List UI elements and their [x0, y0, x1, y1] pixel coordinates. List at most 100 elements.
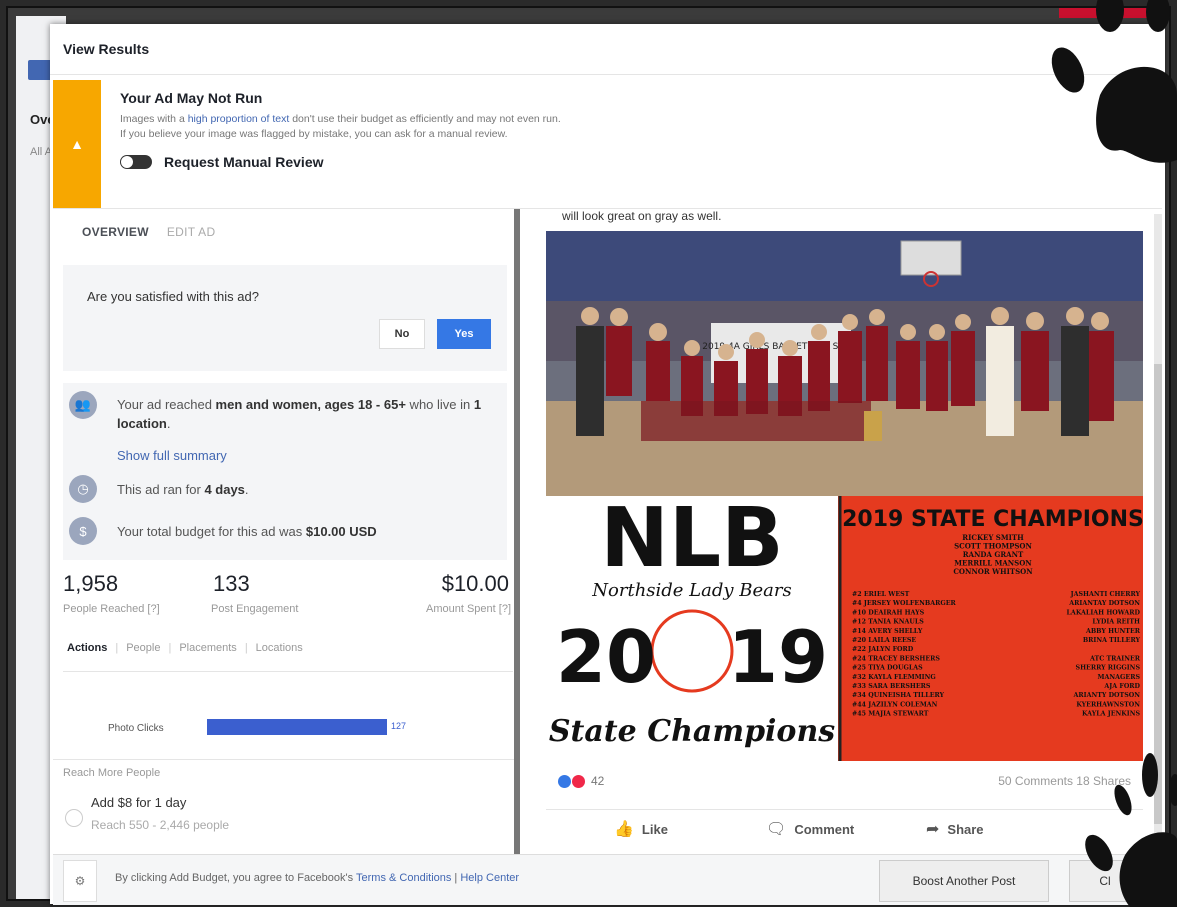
nlb-logo-text: NLB	[600, 496, 783, 586]
help-center-link[interactable]: Help Center	[460, 872, 519, 884]
warning-title: Your Ad May Not Run	[120, 90, 263, 106]
share-button[interactable]: ➦ Share	[926, 819, 984, 839]
dollar-icon: $	[69, 517, 97, 545]
survey-question: Are you satisfied with this ad?	[87, 289, 259, 304]
action-tabs: Actions | People | Placements | Locations	[67, 642, 303, 654]
year-right: 19	[728, 615, 828, 699]
budget-option-reach: Reach 550 - 2,446 people	[91, 818, 230, 832]
terms-link[interactable]: Terms & Conditions	[356, 872, 451, 884]
roster-player-name: #2 ERIEL WEST	[852, 591, 910, 598]
roster-player-name: #14 AVERY SHELLY	[852, 628, 923, 635]
team-photo: 2019 4A GIRLS BASKETBALL STATE	[546, 231, 1143, 496]
script-name: Northside Lady Bears	[591, 580, 791, 601]
summary-panel: Are you satisfied with this ad? No Yes 👥…	[63, 265, 507, 560]
manual-review-toggle[interactable]	[120, 155, 152, 169]
background-label: All A	[30, 146, 53, 158]
tab-placements[interactable]: Placements	[179, 642, 236, 654]
modal-title: View Results	[50, 24, 1165, 75]
tab-people[interactable]: People	[126, 642, 160, 654]
post-preview: will look great on gray as well. 2019 4A…	[546, 209, 1143, 859]
post-engagement-label: Post Engagement	[211, 603, 299, 615]
gear-icon[interactable]: ⚙	[63, 860, 97, 902]
champions-banner: NLB Northside Lady Bears 20 19 State Cha…	[546, 496, 1143, 761]
yes-button[interactable]: Yes	[437, 319, 491, 349]
year-left: 20	[556, 615, 656, 699]
like-button[interactable]: 👍 Like	[614, 819, 668, 839]
no-button[interactable]: No	[379, 319, 425, 349]
roster-support-name: BRINA TILLERY	[1083, 637, 1141, 644]
roster-player-name: #44 JAZILYN COLEMAN	[852, 701, 938, 708]
reach-summary: Your ad reached men and women, ages 18 -…	[117, 397, 482, 431]
photo-clicks-bar	[207, 719, 387, 735]
roster-player-name: #4 JERSEY WOLFENBARGER	[852, 600, 957, 607]
warning-text-2: If you believe your image was flagged by…	[120, 128, 508, 140]
roster-player-name: #45 MAJIA STEWART	[852, 711, 929, 718]
budget-radio[interactable]	[65, 809, 83, 827]
roster-support-name: ARIANTAY DOTSON	[1068, 600, 1140, 607]
footer-terms: By clicking Add Budget, you agree to Fac…	[115, 872, 520, 884]
roster-player-name: #25 TIYA DOUGLAS	[852, 665, 923, 672]
background-label: Ma	[30, 898, 45, 899]
people-reached-label: People Reached [?]	[63, 603, 160, 615]
like-icon: 👍	[614, 821, 634, 838]
show-full-summary-link[interactable]: Show full summary	[117, 448, 227, 463]
amount-spent-label: Amount Spent [?]	[425, 603, 511, 615]
warning-bar: ▲	[53, 80, 101, 208]
roster-player-name: #20 LAILA REESE	[852, 637, 916, 644]
roster-player-name: #12 TANIA KNAULS	[852, 619, 924, 626]
roster-staff-name: CONNOR WHITSON	[953, 567, 1033, 576]
amount-spent-value: $10.00	[441, 571, 509, 596]
reaction-count: 42	[591, 774, 605, 788]
people-icon: 👥	[69, 391, 97, 419]
roster-support-name: KYERHAWNSTON	[1076, 701, 1140, 708]
roster-support-name: SHERRY RIGGINS	[1076, 665, 1141, 672]
high-proportion-link[interactable]: high proportion of text	[188, 113, 290, 125]
ran-summary: This ad ran for 4 days.	[117, 482, 249, 497]
like-reaction-icon	[558, 774, 571, 788]
roster-support-name: ATC TRAINER	[1089, 655, 1141, 662]
paw-print-icon	[1051, 0, 1177, 163]
state-champions-script: State Champions	[549, 714, 835, 749]
modal-footer: ⚙ By clicking Add Budget, you agree to F…	[53, 854, 1162, 905]
warning-icon: ▲	[70, 136, 84, 152]
tab-actions[interactable]: Actions	[67, 642, 107, 654]
comment-icon: 🗨	[766, 821, 787, 838]
roster-player-name: #10 DEAIRAH HAYS	[852, 609, 925, 616]
tab-edit-ad[interactable]: EDIT AD	[167, 225, 216, 239]
roster-support-name: KAYLA JENKINS	[1082, 711, 1140, 718]
photo-clicks-value: 127	[391, 721, 407, 731]
roster-support-name: ARIANTY DOTSON	[1073, 692, 1141, 699]
paw-print-icon	[1085, 753, 1177, 907]
roster-support-name: LYDIA REITH	[1092, 619, 1140, 626]
tab-locations[interactable]: Locations	[256, 642, 303, 654]
budget-option-label[interactable]: Add $8 for 1 day	[91, 795, 186, 810]
banner-title: 2019 STATE CHAMPIONS	[842, 507, 1143, 532]
roster-support-name: MANAGERS	[1098, 674, 1141, 681]
photo-clicks-label: Photo Clicks	[108, 723, 164, 734]
comment-button[interactable]: 🗨 Comment	[766, 819, 854, 839]
view-results-modal: View Results ▲ Your Ad May Not Run Image…	[50, 24, 1165, 905]
ad-warning: ▲ Your Ad May Not Run Images with a high…	[53, 80, 1162, 209]
roster-support-name: AJA FORD	[1103, 683, 1140, 690]
roster-player-name: #33 SARA BERSHERS	[852, 683, 931, 690]
boost-another-post-button[interactable]: Boost Another Post	[879, 860, 1049, 902]
budget-summary: Your total budget for this ad was $10.00…	[117, 524, 377, 539]
left-scrollbar[interactable]	[514, 209, 520, 859]
roster-player-name: #22 JALYN FORD	[852, 646, 914, 653]
warning-text: Images with a high proportion of text do…	[120, 113, 561, 125]
clock-icon: ◷	[69, 475, 97, 503]
roster-support-name: ABBY HUNTER	[1085, 628, 1141, 635]
reaction-summary: 42	[558, 774, 604, 788]
roster-support-name: JASHANTI CHERRY	[1070, 591, 1141, 598]
tab-overview[interactable]: OVERVIEW	[82, 225, 149, 239]
post-engagement-value: 133	[213, 571, 250, 596]
manual-review-label: Request Manual Review	[164, 154, 324, 170]
roster-support-name: LAKALIAH HOWARD	[1067, 609, 1141, 616]
roster-player-name: #34 QUINEISHA TILLERY	[852, 692, 945, 699]
reach-more-title: Reach More People	[63, 767, 161, 779]
people-reached-value: 1,958	[63, 571, 119, 596]
love-reaction-icon	[572, 774, 585, 788]
roster-player-name: #32 KAYLA FLEMMING	[852, 674, 936, 681]
share-icon: ➦	[926, 821, 940, 838]
post-caption: will look great on gray as well.	[562, 209, 722, 223]
